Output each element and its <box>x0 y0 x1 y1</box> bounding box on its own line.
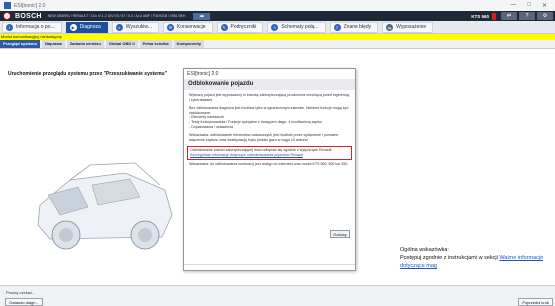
subtab-item[interactable]: Pełna ścieżka <box>139 40 172 48</box>
help-button[interactable]: ? <box>519 12 535 20</box>
window-title: ESI[tronic] 2.0 <box>14 2 46 9</box>
dialog-body: Wybrany pojazd jest wyposażony w bramkę … <box>184 90 355 166</box>
subtab-item[interactable]: Naprawa <box>42 40 65 48</box>
general-hint: Ogólna wskazówka: Postępuj zgodnie z ins… <box>400 246 555 270</box>
tab-list[interactable]: ≡ Znane błędy <box>329 21 379 33</box>
tab-label: Schematy połą... <box>281 24 319 30</box>
dialog-paragraph-2: Bez odblokowania diagnoza jest możliwa t… <box>189 106 350 129</box>
tab-car[interactable]: ▶ Diagnoza <box>65 21 108 33</box>
main-tabs: i Informacja o po... ▶ Diagnoza ⌕ Wyszukiw...… <box>0 21 555 34</box>
tab-label: Znane błędy <box>343 24 372 30</box>
search-icon: ⌕ <box>115 23 123 31</box>
status-text: Proszę czekać... <box>6 290 36 295</box>
dialog-paragraph-2-text: Bez odblokowania diagnoza jest możliwa t… <box>189 106 349 115</box>
brand-bar: BOSCH NEW 1806991 / RENAULT / Clio IV 1.… <box>0 11 555 21</box>
device-label: KTS 560 <box>471 13 489 19</box>
vehicle-select-button[interactable]: ➠ <box>193 12 211 20</box>
settings-button[interactable]: ⚙ <box>537 12 553 20</box>
bosch-logo-icon <box>3 12 11 20</box>
tab-lightning[interactable]: ϟ Schematy połą... <box>267 21 326 33</box>
maximize-button[interactable]: □ <box>527 2 531 9</box>
close-button[interactable]: ✕ <box>542 2 547 9</box>
dialog-paragraph-3: Wskazówka: odblokowanie elementów nastaw… <box>189 133 339 142</box>
dialog-paragraph-4: Wskazówka: do odblokowania konieczny jes… <box>189 161 349 166</box>
connection-button[interactable]: ⇄ <box>501 12 517 20</box>
hint-title: Ogólna wskazówka: <box>400 247 449 253</box>
diagnosis-wizard-button[interactable]: Gwiazdo diagn... <box>5 298 43 306</box>
tab-label: Diagnoza <box>79 24 101 30</box>
tab-edit[interactable]: ✍ Wyposażenie <box>382 21 434 33</box>
dialog-list-item: - Testy funkcjonowania / Funkcje specjal… <box>189 119 322 124</box>
tab-tools[interactable]: ⚙ Konserwacje <box>162 21 213 33</box>
wrench-icon: ✎ <box>220 23 228 31</box>
renault-unlock-link[interactable]: Szczegółowe informacje dotyczące odbloko… <box>190 153 349 158</box>
minimize-button[interactable]: — <box>510 2 516 9</box>
tab-wrench[interactable]: ✎ Podręczniki <box>216 21 264 33</box>
subtab-item[interactable]: Komponenty <box>173 40 205 48</box>
car-icon: ▶ <box>69 23 77 31</box>
lightning-icon: ϟ <box>271 23 279 31</box>
info-icon: i <box>6 23 13 31</box>
status-bar: Proszę czekać... Gwiazdo diagn... Poprze… <box>0 285 555 306</box>
dialog-list-item: - Elementy nastawcze <box>189 115 225 120</box>
window-controls: — □ ✕ <box>510 2 547 9</box>
dialog-list-item: - Dopasowania / ustawienia <box>189 124 233 129</box>
unlock-vehicle-dialog: ESI[tronic] 2.0 Odblokowanie pojazdu Wyb… <box>183 68 356 271</box>
brand-name: BOSCH <box>15 12 42 20</box>
sub-tabs: Przegląd systemu Naprawa Zadania serwisu Gl… <box>0 40 555 49</box>
tab-label: Konserwacje <box>176 24 206 30</box>
dialog-title: ESI[tronic] 2.0 <box>187 71 219 77</box>
tab-label: Wyposażenie <box>396 24 427 30</box>
tab-search[interactable]: ⌕ Wyszukiw... <box>111 21 159 33</box>
battery-icon <box>492 12 496 20</box>
app-icon <box>4 2 11 9</box>
dialog-footer <box>184 264 355 270</box>
subtab-item[interactable]: Przegląd systemu <box>0 40 41 48</box>
edit-icon: ✍ <box>386 23 394 31</box>
tab-label: Podręczniki <box>230 24 257 30</box>
car-illustration <box>37 162 173 250</box>
subtab-item[interactable]: Zadania serwisu <box>66 40 104 48</box>
renault-guidelines-box: Odblokowanie bramki zabezpieczającej mus… <box>187 146 352 160</box>
hint-text: Postępuj zgodnie z instrukcjami w sekcji… <box>400 254 555 270</box>
vehicle-info: NEW 1806991 / RENAULT / Clio IV 1.2 16V … <box>47 14 186 18</box>
ok-button[interactable]: Gotowy <box>330 230 350 238</box>
tab-label: Wyszukiw... <box>125 24 152 30</box>
tab-info[interactable]: i Informacja o po... <box>2 21 62 33</box>
subtab-item[interactable]: Global OBD II <box>105 40 138 48</box>
title-bar: ESI[tronic] 2.0 — □ ✕ <box>0 0 555 11</box>
page-title: Uruchomienie przeglądu systemu przez "Pr… <box>8 71 167 77</box>
dialog-paragraph-1: Wybrany pojazd jest wyposażony w bramkę … <box>189 93 350 102</box>
hint-prefix: Postępuj zgodnie z instrukcjami w sekcji <box>400 255 498 261</box>
tools-icon: ⚙ <box>166 23 174 31</box>
previous-step-button[interactable]: Poprzedni krok <box>518 298 553 306</box>
tab-label: Informacja o po... <box>16 24 55 30</box>
list-icon: ≡ <box>333 23 341 31</box>
dialog-heading: Odblokowanie pojazdu <box>184 79 355 90</box>
